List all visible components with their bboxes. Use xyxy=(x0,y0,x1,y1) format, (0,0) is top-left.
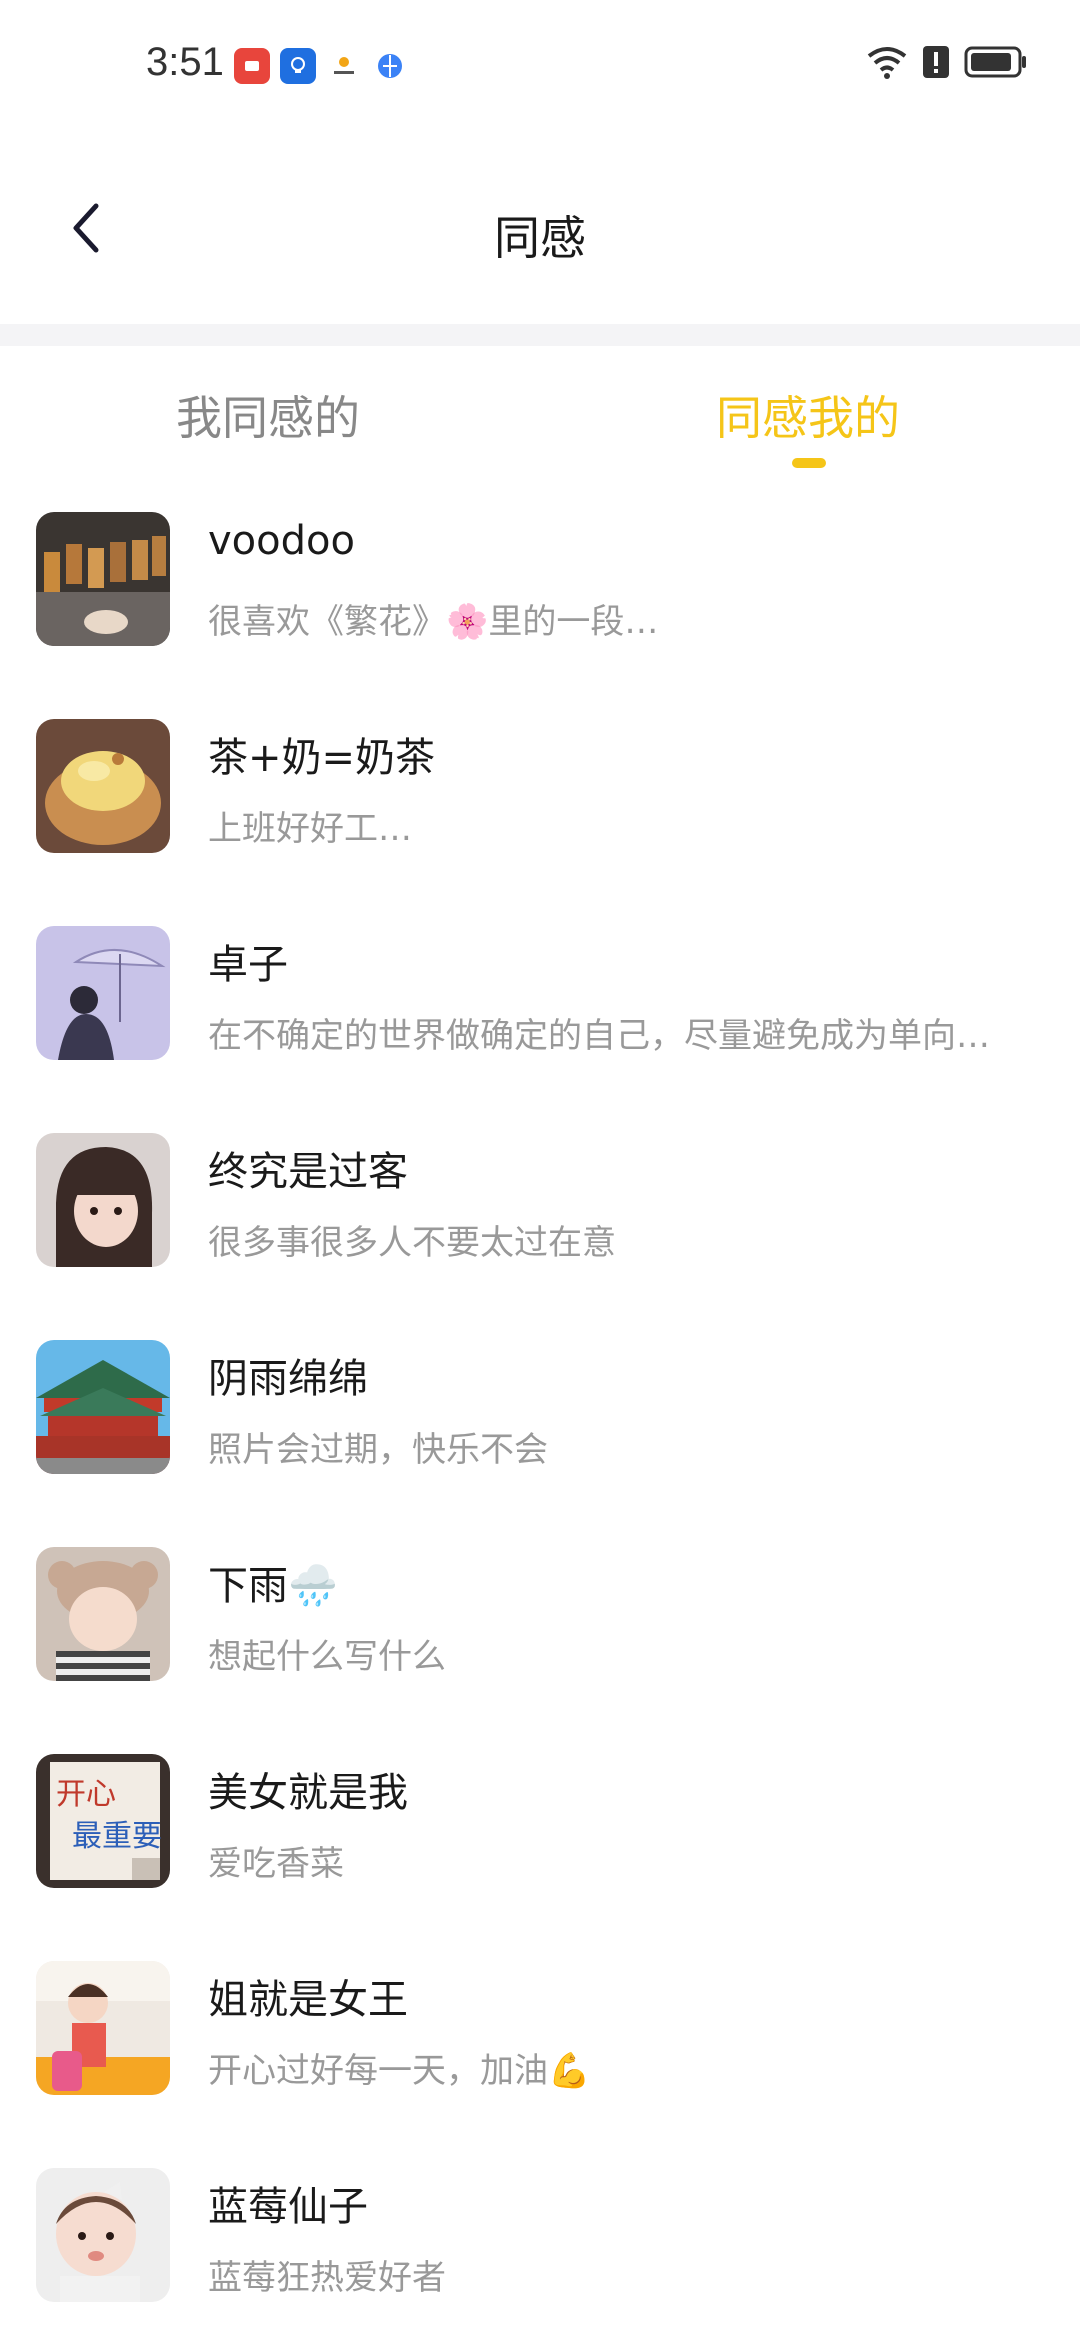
list-item[interactable]: 终究是过客 很多事很多人不要太过在意 xyxy=(0,1097,1080,1304)
avatar[interactable] xyxy=(36,1340,170,1474)
user-name: 下雨🌧️ xyxy=(208,1563,338,1609)
battery-icon xyxy=(964,44,1028,84)
user-signature: 蓝莓狂热爱好者 xyxy=(208,2258,446,2298)
status-bar: 3:51 xyxy=(0,0,1080,130)
user-name: 阴雨绵绵 xyxy=(208,1356,368,1402)
list-item[interactable]: 姐就是女王 开心过好每一天，加油💪 xyxy=(0,1925,1080,2132)
list-item[interactable]: 卓子 在不确定的世界做确定的自己，尽量避免成为单向… xyxy=(0,890,1080,1097)
status-app-icons xyxy=(234,48,408,84)
huawei-app-icon xyxy=(234,48,270,84)
tab-bar: 我同感的 同感我的 xyxy=(0,346,1080,476)
sun-app-icon xyxy=(326,48,362,84)
user-signature: 开心过好每一天，加油💪 xyxy=(208,2051,591,2091)
user-name: voodoo xyxy=(208,518,355,564)
list-item[interactable]: 开心 最重要 美女就是我 爱吃香菜 xyxy=(0,1718,1080,1925)
user-signature: 爱吃香菜 xyxy=(208,1844,344,1884)
status-time: 3:51 xyxy=(146,40,224,84)
user-signature: 在不确定的世界做确定的自己，尽量避免成为单向… xyxy=(208,1016,990,1056)
list-item[interactable]: 茶+奶=奶茶 上班好好工… xyxy=(0,683,1080,890)
list-item[interactable]: 蓝莓仙子 蓝莓狂热爱好者 xyxy=(0,2132,1080,2339)
svg-text:开心: 开心 xyxy=(56,1777,116,1812)
list-item[interactable]: 阴雨绵绵 照片会过期，快乐不会 xyxy=(0,1304,1080,1511)
user-name: 姐就是女王 xyxy=(208,1977,408,2023)
user-signature: 很喜欢《繁花》🌸里的一段… xyxy=(208,602,659,642)
tab-resonated-with-me[interactable]: 同感我的 xyxy=(716,382,900,448)
avatar[interactable] xyxy=(36,1547,170,1681)
user-signature: 很多事很多人不要太过在意 xyxy=(208,1223,616,1263)
user-name: 终究是过客 xyxy=(208,1149,408,1195)
avatar[interactable] xyxy=(36,2168,170,2302)
globe-app-icon xyxy=(372,48,408,84)
svg-text:最重要: 最重要 xyxy=(72,1819,162,1854)
user-signature: 上班好好工… xyxy=(208,809,412,849)
user-name: 卓子 xyxy=(208,942,288,988)
active-tab-indicator xyxy=(792,458,826,468)
wifi-icon xyxy=(866,44,908,84)
user-name: 美女就是我 xyxy=(208,1770,408,1816)
avatar[interactable] xyxy=(36,926,170,1060)
user-signature: 照片会过期，快乐不会 xyxy=(208,1430,548,1470)
user-signature: 想起什么写什么 xyxy=(208,1637,446,1677)
alert-icon xyxy=(922,44,950,84)
page-title: 同感 xyxy=(494,211,586,265)
list-item[interactable]: voodoo 很喜欢《繁花》🌸里的一段… xyxy=(0,476,1080,683)
avatar[interactable] xyxy=(36,719,170,853)
avatar[interactable]: 开心 最重要 xyxy=(36,1754,170,1888)
user-name: 茶+奶=奶茶 xyxy=(208,735,436,781)
tab-i-resonated[interactable]: 我同感的 xyxy=(176,382,360,448)
avatar[interactable] xyxy=(36,1133,170,1267)
section-divider xyxy=(0,324,1080,346)
bulb-app-icon xyxy=(280,48,316,84)
status-right-icons xyxy=(866,44,1028,84)
list-item[interactable]: 下雨🌧️ 想起什么写什么 xyxy=(0,1511,1080,1718)
user-name: 蓝莓仙子 xyxy=(208,2184,368,2230)
top-app-bar: 同感 xyxy=(0,130,1080,326)
avatar[interactable] xyxy=(36,512,170,646)
avatar[interactable] xyxy=(36,1961,170,2095)
user-list: voodoo 很喜欢《繁花》🌸里的一段… 茶+奶=奶茶 上班好好工… 卓子 在不… xyxy=(0,476,1080,2339)
